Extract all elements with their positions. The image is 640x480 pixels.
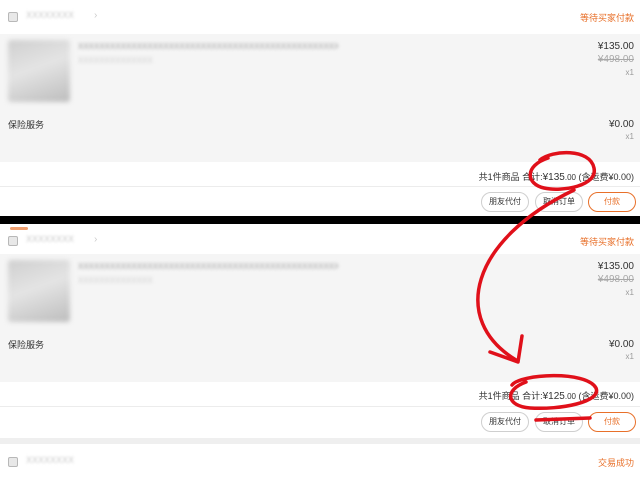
insurance-qty: x1	[625, 132, 634, 141]
friend-pay-button[interactable]: 朋友代付	[481, 412, 529, 432]
summary-prefix: 共1件商品 合计:	[478, 391, 543, 401]
insurance-row[interactable]: 保险服务 ¥0.00 x1	[0, 330, 640, 382]
product-thumbnail[interactable]	[8, 40, 70, 102]
summary-total-decimal: .00	[564, 173, 576, 182]
friend-pay-button[interactable]: 朋友代付	[481, 192, 529, 212]
product-title: XXXXXXXXXXXXXXXXXXXXXXXXXXXXXXXXXXXXXXXX…	[78, 42, 338, 51]
order-card-1: XXXXXXXX › 等待买家付款 XXXXXXXXXXXXXXXXXXXXXX…	[0, 0, 640, 216]
order-header: XXXXXXXX › 等待买家付款	[0, 0, 640, 34]
shop-name[interactable]: XXXXXXXX	[26, 10, 74, 20]
order-status: 交易成功	[597, 458, 634, 468]
order-item[interactable]: XXXXXXXXXXXXXXXXXXXXXXXXXXXXXXXXXXXXXXXX…	[0, 254, 640, 330]
shop-icon	[8, 236, 18, 246]
shop-name[interactable]: XXXXXXXX	[26, 234, 74, 244]
order-status: 等待买家付款	[579, 237, 634, 247]
shop-icon	[8, 457, 18, 467]
order-card-3: XXXXXXXX 交易成功	[0, 444, 640, 480]
shop-icon	[8, 12, 18, 22]
item-qty: x1	[625, 288, 634, 297]
shop-name[interactable]: XXXXXXXX	[26, 455, 74, 465]
image-divider-bar	[0, 216, 640, 224]
item-qty: x1	[625, 68, 634, 77]
cancel-order-button[interactable]: 取消订单	[535, 412, 583, 432]
insurance-price: ¥0.00	[608, 119, 634, 130]
product-title: XXXXXXXXXXXXXXXXXXXXXXXXXXXXXXXXXXXXXXXX…	[78, 262, 338, 271]
item-price: ¥135.00	[597, 261, 634, 272]
summary-shipping: (含运费¥0.00)	[575, 391, 634, 401]
cancel-order-button[interactable]: 取消订单	[535, 192, 583, 212]
summary-total: ¥125	[542, 391, 565, 402]
summary-prefix: 共1件商品 合计:	[478, 172, 543, 182]
order-card-2: XXXXXXXX › 等待买家付款 XXXXXXXXXXXXXXXXXXXXXX…	[0, 224, 640, 438]
pay-button[interactable]: 付款	[588, 412, 636, 432]
order-header: XXXXXXXX › 等待买家付款	[0, 224, 640, 258]
item-original-price: ¥498.00	[597, 54, 634, 65]
product-sku: XXXXXXXXXXXXXX	[78, 276, 153, 285]
item-price: ¥135.00	[597, 41, 634, 52]
order-status: 等待买家付款	[579, 13, 634, 23]
divider	[0, 406, 640, 407]
item-original-price: ¥498.00	[597, 274, 634, 285]
product-thumbnail[interactable]	[8, 260, 70, 322]
summary-total: ¥135	[542, 172, 565, 183]
insurance-label: 保险服务	[8, 120, 45, 130]
insurance-label: 保险服务	[8, 340, 45, 350]
summary-total-decimal: .00	[564, 392, 576, 401]
order-summary: 共1件商品 合计:¥125.00 (含运费¥0.00)	[479, 389, 634, 402]
pay-button[interactable]: 付款	[588, 192, 636, 212]
chevron-right-icon: ›	[94, 10, 98, 21]
divider	[0, 186, 640, 187]
order-item[interactable]: XXXXXXXXXXXXXXXXXXXXXXXXXXXXXXXXXXXXXXXX…	[0, 34, 640, 110]
insurance-qty: x1	[625, 352, 634, 361]
chevron-right-icon: ›	[94, 234, 98, 245]
summary-shipping: (含运费¥0.00)	[575, 172, 634, 182]
order-summary: 共1件商品 合计:¥135.00 (含运费¥0.00)	[479, 170, 634, 183]
product-sku: XXXXXXXXXXXXXX	[78, 56, 153, 65]
insurance-row[interactable]: 保险服务 ¥0.00 x1	[0, 110, 640, 162]
tab-indicator	[10, 227, 28, 230]
insurance-price: ¥0.00	[608, 339, 634, 350]
